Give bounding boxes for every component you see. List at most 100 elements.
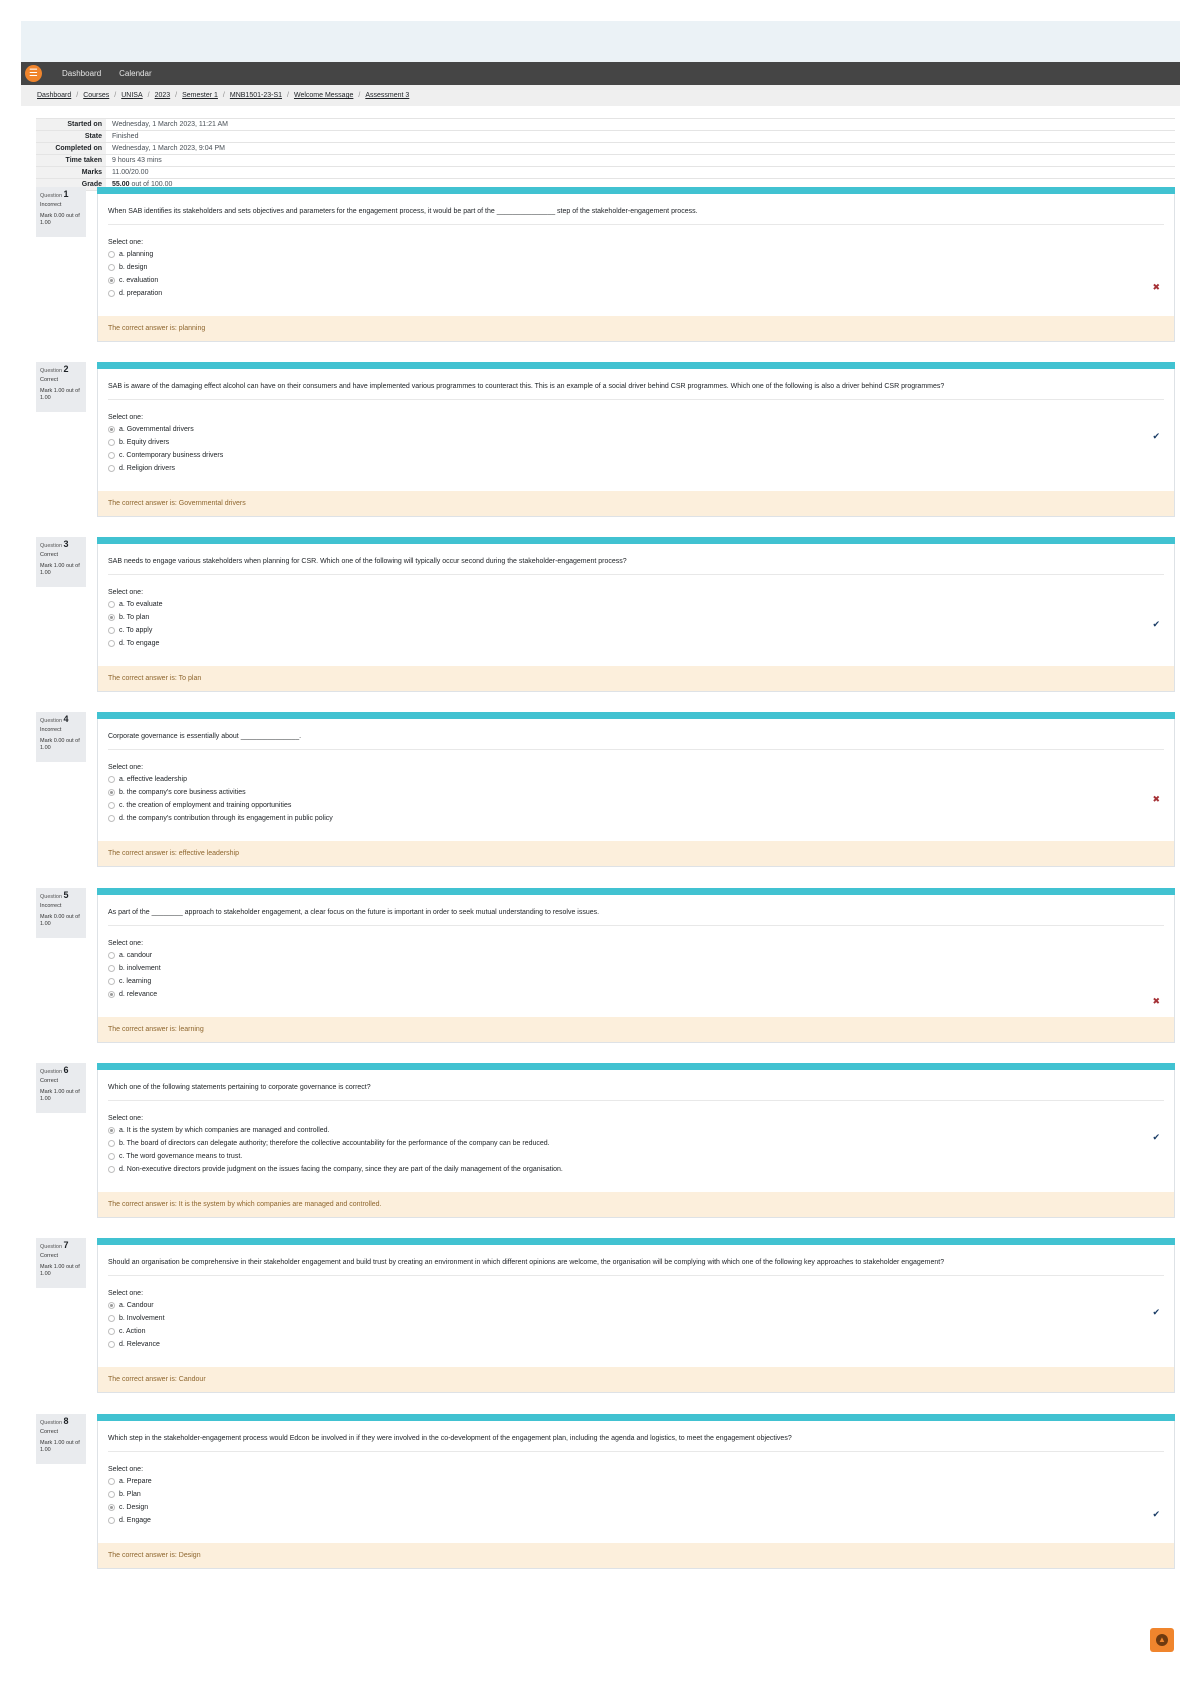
answer-option[interactable]: b. Involvement <box>108 1312 1174 1325</box>
answer-option[interactable]: d. Religion drivers <box>108 462 1174 475</box>
question-content: SAB is aware of the damaging effect alco… <box>97 362 1175 517</box>
answer-option[interactable]: c. To apply <box>108 624 1174 637</box>
breadcrumb-item[interactable]: Welcome Message <box>294 92 353 99</box>
question-text: Which one of the following statements pe… <box>108 1084 371 1091</box>
question-state: Incorrect <box>40 202 62 208</box>
question-accent-bar <box>97 712 1175 719</box>
radio-button[interactable] <box>108 815 115 822</box>
breadcrumb-separator: / <box>147 92 150 99</box>
answer-option[interactable]: b. Plan <box>108 1488 1174 1501</box>
answer-option[interactable]: d. To engage <box>108 637 1174 650</box>
radio-button[interactable] <box>108 264 115 271</box>
top-banner <box>21 21 1180 62</box>
answer-option[interactable]: a. Candour <box>108 1299 1174 1312</box>
breadcrumb-item[interactable]: MNB1501-23-S1 <box>230 92 282 99</box>
radio-button[interactable] <box>108 776 115 783</box>
question-accent-bar <box>97 1414 1175 1421</box>
answer-option[interactable]: a. It is the system by which companies a… <box>108 1124 1174 1137</box>
answer-option[interactable]: b. design <box>108 261 1174 274</box>
back-to-top-button[interactable]: ▲ <box>1150 1628 1174 1652</box>
radio-button[interactable] <box>108 1166 115 1173</box>
answer-option-label: c. The word governance means to trust. <box>119 1153 243 1160</box>
radio-button[interactable] <box>108 465 115 472</box>
radio-button[interactable] <box>108 1491 115 1498</box>
answer-option-label: a. candour <box>119 952 153 959</box>
question: Question 4 Incorrect Mark 0.00 out of 1.… <box>0 712 1200 872</box>
radio-button[interactable] <box>108 1517 115 1524</box>
answer-option[interactable]: d. relevance <box>108 988 1174 1001</box>
radio-button[interactable] <box>108 601 115 608</box>
radio-button[interactable] <box>108 1127 115 1134</box>
radio-button[interactable] <box>108 965 115 972</box>
radio-button[interactable] <box>108 439 115 446</box>
breadcrumb-item[interactable]: Assessment 3 <box>365 92 409 99</box>
answer-option[interactable]: b. inolvement <box>108 962 1174 975</box>
question-state: Correct <box>40 377 59 383</box>
answer-option[interactable]: d. Engage <box>108 1514 1174 1527</box>
answer-option[interactable]: a. Prepare <box>108 1475 1174 1488</box>
breadcrumb-item[interactable]: Courses <box>83 92 109 99</box>
question-accent-bar <box>97 187 1175 194</box>
answer-option[interactable]: d. the company's contribution through it… <box>108 812 1174 825</box>
radio-button[interactable] <box>108 426 115 433</box>
radio-button[interactable] <box>108 1341 115 1348</box>
radio-button[interactable] <box>108 640 115 647</box>
answer-option[interactable]: b. Equity drivers <box>108 436 1174 449</box>
answer-option-label: b. design <box>119 264 148 271</box>
radio-button[interactable] <box>108 290 115 297</box>
answer-option[interactable]: c. The word governance means to trust. <box>108 1150 1174 1163</box>
correct-answer-feedback: The correct answer is: learning <box>98 1017 1174 1042</box>
radio-button[interactable] <box>108 1153 115 1160</box>
radio-button[interactable] <box>108 614 115 621</box>
radio-button[interactable] <box>108 789 115 796</box>
answer-option[interactable]: a. planning <box>108 248 1174 261</box>
radio-button[interactable] <box>108 1302 115 1309</box>
breadcrumb-item[interactable]: Dashboard <box>37 92 71 99</box>
question-text: Should an organisation be comprehensive … <box>108 1259 945 1266</box>
question-accent-bar <box>97 888 1175 895</box>
radio-button[interactable] <box>108 1478 115 1485</box>
answer-option[interactable]: a. candour <box>108 949 1174 962</box>
answer-option[interactable]: c. Action <box>108 1325 1174 1338</box>
answer-option[interactable]: a. To evaluate <box>108 598 1174 611</box>
select-one-label: Select one: <box>108 589 144 596</box>
radio-button[interactable] <box>108 978 115 985</box>
summary-label: Started on <box>36 118 106 131</box>
radio-button[interactable] <box>108 452 115 459</box>
radio-button[interactable] <box>108 952 115 959</box>
summary-value: Wednesday, 1 March 2023, 9:04 PM <box>112 145 225 152</box>
breadcrumb-item[interactable]: UNISA <box>121 92 142 99</box>
answer-option[interactable]: d. Relevance <box>108 1338 1174 1351</box>
nav-dashboard[interactable]: Dashboard <box>62 69 101 78</box>
answer-option[interactable]: c. the creation of employment and traini… <box>108 799 1174 812</box>
answer-option[interactable]: c. Contemporary business drivers <box>108 449 1174 462</box>
answer-option[interactable]: b. the company's core business activitie… <box>108 786 1174 799</box>
breadcrumb-item[interactable]: Semester 1 <box>182 92 218 99</box>
answer-option-label: a. planning <box>119 251 154 258</box>
answer-option[interactable]: c. evaluation <box>108 274 1174 287</box>
radio-button[interactable] <box>108 277 115 284</box>
answer-option[interactable]: b. To plan <box>108 611 1174 624</box>
radio-button[interactable] <box>108 251 115 258</box>
radio-button[interactable] <box>108 1504 115 1511</box>
radio-button[interactable] <box>108 1328 115 1335</box>
nav-calendar[interactable]: Calendar <box>119 69 151 78</box>
answer-option[interactable]: a. effective leadership <box>108 773 1174 786</box>
answer-option[interactable]: d. preparation <box>108 287 1174 300</box>
answer-option-label: c. Action <box>119 1328 146 1335</box>
answer-option[interactable]: a. Governmental drivers <box>108 423 1174 436</box>
hamburger-icon[interactable]: ☰ <box>25 65 42 82</box>
radio-button[interactable] <box>108 802 115 809</box>
summary-row: State Finished <box>36 130 1175 143</box>
question-info: Question 6 Correct Mark 1.00 out of 1.00 <box>36 1063 86 1113</box>
answer-option[interactable]: c. Design <box>108 1501 1174 1514</box>
radio-button[interactable] <box>108 1315 115 1322</box>
answer-option[interactable]: c. learning <box>108 975 1174 988</box>
radio-button[interactable] <box>108 991 115 998</box>
radio-button[interactable] <box>108 627 115 634</box>
answer-option[interactable]: d. Non-executive directors provide judgm… <box>108 1163 1174 1176</box>
radio-button[interactable] <box>108 1140 115 1147</box>
question-mark: Mark 1.00 out of 1.00 <box>40 1264 80 1277</box>
breadcrumb-item[interactable]: 2023 <box>155 92 171 99</box>
answer-option[interactable]: b. The board of directors can delegate a… <box>108 1137 1174 1150</box>
